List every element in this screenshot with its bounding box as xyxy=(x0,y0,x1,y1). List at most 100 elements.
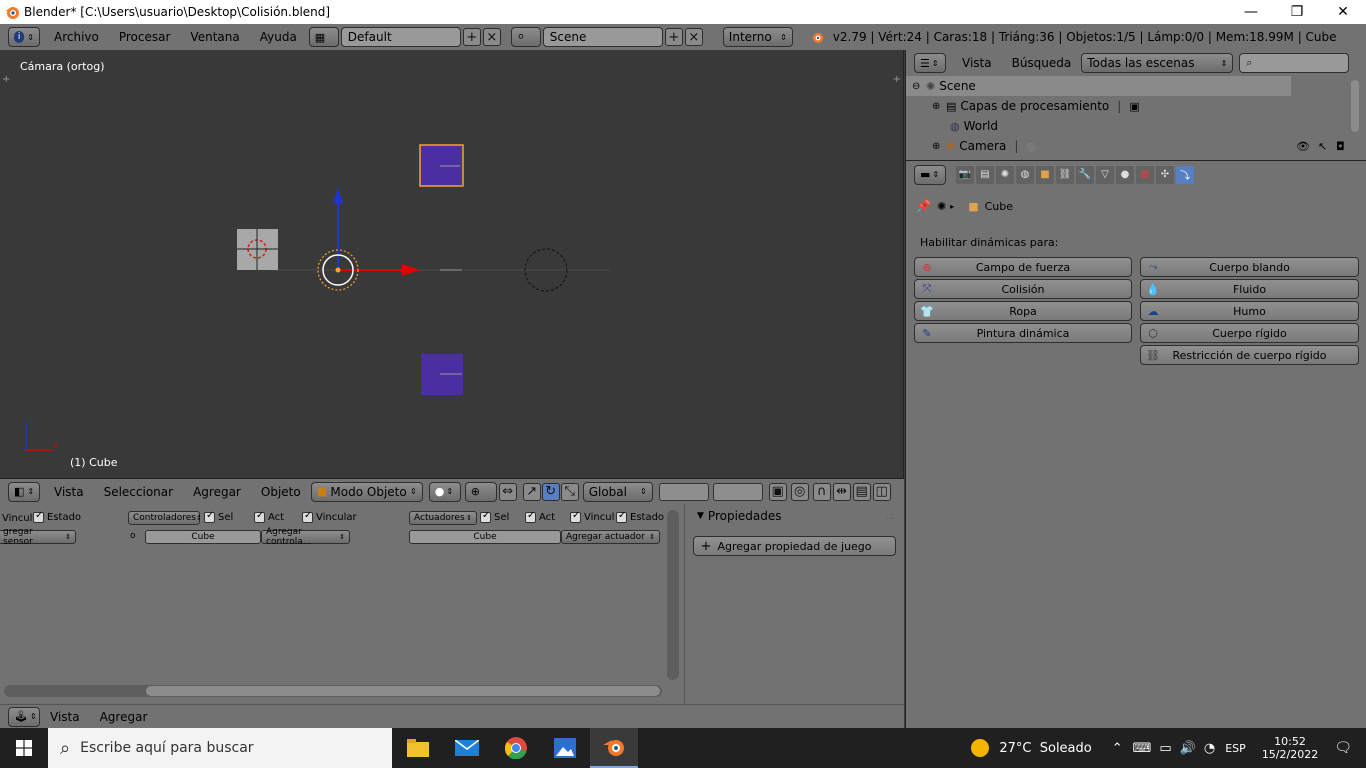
particles-tab-icon[interactable]: ✣ xyxy=(1156,165,1174,184)
add-sensor-dropdown[interactable]: gregar sensor ⇕ xyxy=(0,527,76,547)
clock[interactable]: 10:52 15/2/2022 xyxy=(1262,735,1318,761)
3d-viewport[interactable]: Cámara (ortog) + + Z X (1) Cube xyxy=(0,50,904,478)
editor-type-3dview-button[interactable]: ◧ ⇕ xyxy=(8,481,40,502)
renderable-camera-icon[interactable]: ◘ xyxy=(1336,140,1345,153)
scene-field[interactable]: Scene xyxy=(542,27,663,47)
outliner-menu-vista[interactable]: Vista xyxy=(952,56,1002,70)
modifiers-tab-icon[interactable]: 🔧 xyxy=(1076,165,1094,184)
manipulator-toggle-icon[interactable]: ⇔ xyxy=(498,482,517,501)
add-game-property-button[interactable]: + Agregar propiedad de juego xyxy=(693,536,896,556)
cloth-button[interactable]: 👕 Ropa xyxy=(914,301,1132,321)
scene-selector[interactable]: ⚪ xyxy=(510,27,541,47)
outliner-scrollbar[interactable] xyxy=(1351,80,1359,132)
outliner-search-input[interactable]: ⌕ xyxy=(1239,53,1350,73)
material-tab-icon[interactable]: ● xyxy=(1116,165,1134,184)
remove-scene-icon[interactable]: × xyxy=(684,28,703,46)
notifications-icon[interactable]: 🗨 xyxy=(1334,740,1352,756)
menu-vista[interactable]: Vista xyxy=(44,485,94,499)
menu-archivo[interactable]: Archivo xyxy=(44,30,109,44)
render-tab-icon[interactable]: 📷 xyxy=(956,165,974,184)
start-button[interactable] xyxy=(0,728,48,768)
taskbar-search-input[interactable]: ⌕ Escribe aquí para buscar xyxy=(48,728,392,768)
horizontal-scrollbar-track[interactable] xyxy=(4,685,662,697)
weather-text[interactable]: 27°C Soleado xyxy=(999,741,1091,756)
layer-buttons-group-2[interactable] xyxy=(712,482,763,501)
battery-icon[interactable]: ▭ xyxy=(1159,741,1171,756)
translate-manipulator-icon[interactable]: ↗ xyxy=(522,482,541,501)
force-field-button[interactable]: ⊚ Campo de fuerza xyxy=(914,257,1132,277)
outliner-row-camera[interactable]: ⊕ ✤ Camera | ◎ 👁 ↖ ◘ xyxy=(906,136,1366,156)
collapse-icon[interactable]: ⊖ xyxy=(912,81,922,92)
actuators-estado-checkbox[interactable]: Estado xyxy=(616,510,664,523)
display-mode-dropdown[interactable]: Todas las escenas ⇕ xyxy=(1081,53,1234,73)
meet-now-icon[interactable]: ⌨ xyxy=(1133,741,1152,756)
screen-layout-field[interactable]: Default xyxy=(340,27,461,47)
editor-type-info-button[interactable]: i ⇕ xyxy=(8,27,40,47)
physics-tab-icon[interactable]: ⤵ xyxy=(1176,165,1194,184)
menu-ventana[interactable]: Ventana xyxy=(180,30,249,44)
minimize-button[interactable]: — xyxy=(1228,0,1274,24)
add-controller-dropdown[interactable]: Agregar controla... ⇕ xyxy=(261,527,350,547)
controllers-sel-checkbox[interactable]: Sel xyxy=(204,510,233,523)
editor-type-logic-button[interactable]: 🕹 ⇕ xyxy=(8,706,40,727)
properties-panel-header[interactable]: ▼ Propiedades xyxy=(697,509,782,523)
shading-dropdown[interactable]: ● ⇕ xyxy=(428,481,461,502)
menu-agregar[interactable]: Agregar xyxy=(183,485,251,499)
x-axis-arrow[interactable] xyxy=(402,264,420,276)
chrome-app[interactable] xyxy=(492,728,540,768)
logic-menu-vista[interactable]: Vista xyxy=(40,710,90,724)
blender-app[interactable] xyxy=(590,728,638,768)
lock-layers-icon[interactable]: ▣ xyxy=(768,482,787,501)
scale-manipulator-icon[interactable]: ⤡ xyxy=(560,482,579,501)
outliner-row-scene[interactable]: ⊖ ✺ Scene xyxy=(906,76,1291,96)
actuators-vincul-checkbox[interactable]: Vincul xyxy=(570,510,614,523)
proportional-edit-icon[interactable]: ◎ xyxy=(790,482,809,501)
mode-dropdown[interactable]: ■ Modo Objeto ⇕ xyxy=(310,481,423,502)
logic-menu-agregar[interactable]: Agregar xyxy=(90,710,158,724)
rotate-manipulator-icon[interactable]: ↻ xyxy=(541,482,560,501)
screen-layout-selector[interactable]: ▦ xyxy=(308,27,339,47)
actuator-object-field[interactable]: Cube xyxy=(409,530,561,544)
world-tab-icon[interactable]: ◍ xyxy=(1016,165,1034,184)
maximize-button[interactable]: ❐ xyxy=(1274,0,1320,24)
wifi-icon[interactable]: ◔ xyxy=(1204,741,1215,756)
outliner-row-render-layers[interactable]: ⊕ ▤ Capas de procesamiento | ▣ xyxy=(906,96,1366,116)
dynamic-paint-button[interactable]: ✎ Pintura dinámica xyxy=(914,323,1132,343)
volume-icon[interactable]: 🔊 xyxy=(1180,741,1196,756)
scene-tab-icon[interactable]: ✺ xyxy=(996,165,1014,184)
collision-button[interactable]: ⤧ Colisión xyxy=(914,279,1132,299)
chevron-up-icon[interactable]: ⌃ xyxy=(1112,741,1123,756)
opengl-render-icon[interactable]: ◫ xyxy=(872,482,891,501)
editor-type-outliner-button[interactable]: ☰ ⇕ xyxy=(914,53,946,73)
close-button[interactable]: ✕ xyxy=(1320,0,1366,24)
menu-ayuda[interactable]: Ayuda xyxy=(250,30,307,44)
expand-icon[interactable]: ⊕ xyxy=(932,101,942,112)
pivot-dropdown[interactable]: ⊕ xyxy=(464,481,497,502)
language-indicator[interactable]: ESP xyxy=(1225,742,1246,755)
editor-type-properties-button[interactable]: ▬ ⇕ xyxy=(914,164,946,185)
rigid-body-constraint-button[interactable]: ⛓ Restricción de cuerpo rígido xyxy=(1140,345,1359,365)
actuators-dropdown[interactable]: Actuadores ⇕ xyxy=(409,511,477,525)
soft-body-button[interactable]: ⤳ Cuerpo blando xyxy=(1140,257,1359,277)
snap-element-icon[interactable]: ⇹ xyxy=(832,482,851,501)
pin-icon[interactable]: 📌 xyxy=(916,199,931,213)
menu-objeto[interactable]: Objeto xyxy=(251,485,311,499)
sensors-estado-checkbox[interactable]: Estado xyxy=(33,510,81,523)
render-engine-dropdown[interactable]: Interno ⇕ xyxy=(722,27,793,47)
drag-handle-icon[interactable]: ⋯ xyxy=(886,514,894,523)
remove-layout-icon[interactable]: × xyxy=(482,28,501,46)
snap-magnet-icon[interactable]: ∩ xyxy=(812,482,831,501)
data-tab-icon[interactable]: ▽ xyxy=(1096,165,1114,184)
object-tab-icon[interactable]: ■ xyxy=(1036,165,1054,184)
texture-tab-icon[interactable]: ▩ xyxy=(1136,165,1154,184)
horizontal-scrollbar-thumb[interactable] xyxy=(146,686,660,696)
fluid-button[interactable]: 💧 Fluido xyxy=(1140,279,1359,299)
add-layout-icon[interactable]: + xyxy=(462,28,481,46)
controllers-act-checkbox[interactable]: Act xyxy=(254,510,284,523)
outliner-menu-busqueda[interactable]: Búsqueda xyxy=(1002,56,1082,70)
actuators-act-checkbox[interactable]: Act xyxy=(525,510,555,523)
controllers-dropdown[interactable]: Controladores ⇕ xyxy=(128,511,202,525)
actuators-sel-checkbox[interactable]: Sel xyxy=(480,510,509,523)
orientation-dropdown[interactable]: Global ⇕ xyxy=(582,481,653,502)
selectable-cursor-icon[interactable]: ↖ xyxy=(1318,140,1327,153)
